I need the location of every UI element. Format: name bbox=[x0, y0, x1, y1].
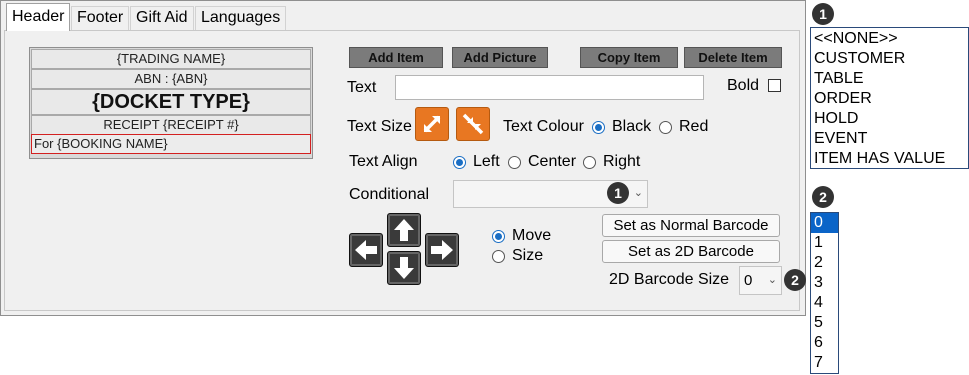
move-down-button[interactable] bbox=[387, 251, 421, 285]
barcode-size-option[interactable]: 1 bbox=[811, 233, 838, 253]
docket-line-trading-name[interactable]: {TRADING NAME} bbox=[31, 49, 311, 69]
set-normal-barcode-button[interactable]: Set as Normal Barcode bbox=[602, 214, 780, 237]
conditional-option[interactable]: ITEM HAS VALUE bbox=[811, 149, 968, 169]
mode-move-radio[interactable] bbox=[492, 230, 505, 243]
conditional-option[interactable]: EVENT bbox=[811, 129, 968, 149]
bold-checkbox[interactable] bbox=[768, 79, 781, 92]
conditional-option[interactable]: <<NONE>> bbox=[811, 29, 968, 49]
barcode-size-option[interactable]: 7 bbox=[811, 353, 838, 373]
mode-move-label: Move bbox=[512, 227, 552, 244]
arrow-left-icon bbox=[355, 240, 377, 260]
add-picture-button[interactable]: Add Picture bbox=[452, 47, 548, 68]
docket-line-booking-name-selected[interactable]: For {BOOKING NAME} bbox=[31, 134, 311, 154]
tab-header[interactable]: Header bbox=[6, 3, 71, 31]
align-center-label: Center bbox=[528, 153, 577, 170]
conditional-option[interactable]: HOLD bbox=[811, 109, 968, 129]
callout-badge-1-list: 1 bbox=[812, 3, 834, 25]
barcode-size-option[interactable]: 5 bbox=[811, 313, 838, 333]
increase-size-button[interactable] bbox=[415, 107, 449, 141]
tab-footer[interactable]: Footer bbox=[71, 6, 130, 30]
align-left-label: Left bbox=[473, 153, 500, 170]
align-right-label: Right bbox=[603, 153, 641, 170]
docket-line-abn[interactable]: ABN : {ABN} bbox=[31, 69, 311, 89]
colour-red-radio[interactable] bbox=[659, 121, 672, 134]
barcode-size-option[interactable]: 3 bbox=[811, 273, 838, 293]
barcode-size-label: 2D Barcode Size bbox=[609, 271, 730, 288]
colour-black-radio[interactable] bbox=[592, 121, 605, 134]
shrink-arrows-icon bbox=[462, 113, 484, 135]
text-colour-label: Text Colour bbox=[503, 118, 584, 135]
move-right-button[interactable] bbox=[425, 233, 459, 267]
set-2d-barcode-button[interactable]: Set as 2D Barcode bbox=[602, 240, 780, 263]
conditional-option[interactable]: TABLE bbox=[811, 69, 968, 89]
text-label: Text bbox=[347, 79, 377, 96]
callout-badge-1: 1 bbox=[607, 182, 629, 204]
callout-badge-2: 2 bbox=[784, 269, 806, 291]
arrow-up-icon bbox=[394, 219, 414, 241]
conditional-label: Conditional bbox=[349, 186, 430, 203]
move-up-button[interactable] bbox=[387, 213, 421, 247]
move-left-button[interactable] bbox=[349, 233, 383, 267]
chevron-down-icon: ⌄ bbox=[633, 187, 643, 199]
colour-black-label: Black bbox=[612, 118, 652, 135]
conditional-options-list[interactable]: <<NONE>> CUSTOMER TABLE ORDER HOLD EVENT… bbox=[810, 27, 969, 169]
mode-size-radio[interactable] bbox=[492, 250, 505, 263]
conditional-option[interactable]: ORDER bbox=[811, 89, 968, 109]
arrow-down-icon bbox=[394, 257, 414, 279]
text-size-label: Text Size bbox=[347, 118, 412, 135]
colour-red-label: Red bbox=[679, 118, 709, 135]
mode-size-label: Size bbox=[512, 247, 544, 264]
chevron-down-icon: ⌄ bbox=[767, 274, 777, 286]
barcode-size-select-value: 0 bbox=[744, 272, 753, 289]
docket-line-receipt[interactable]: RECEIPT {RECEIPT #} bbox=[31, 115, 311, 135]
docket-editor-window: Header Footer Gift Aid Languages {TRADIN… bbox=[0, 0, 806, 316]
bold-label: Bold bbox=[727, 77, 760, 94]
delete-item-button[interactable]: Delete Item bbox=[684, 47, 782, 68]
align-right-radio[interactable] bbox=[583, 156, 596, 169]
align-left-radio[interactable] bbox=[453, 156, 466, 169]
barcode-size-select[interactable]: 0 ⌄ bbox=[739, 266, 782, 295]
docket-preview: {TRADING NAME} ABN : {ABN} {DOCKET TYPE}… bbox=[29, 47, 313, 159]
barcode-size-options-list[interactable]: 0 1 2 3 4 5 6 7 bbox=[810, 212, 839, 374]
callout-badge-2-list: 2 bbox=[812, 186, 834, 208]
copy-item-button[interactable]: Copy Item bbox=[580, 47, 678, 68]
barcode-size-option[interactable]: 6 bbox=[811, 333, 838, 353]
decrease-size-button[interactable] bbox=[456, 107, 490, 141]
align-center-radio[interactable] bbox=[508, 156, 521, 169]
tab-languages[interactable]: Languages bbox=[195, 6, 287, 30]
text-align-label: Text Align bbox=[349, 153, 418, 170]
tab-gift-aid[interactable]: Gift Aid bbox=[130, 6, 194, 30]
add-item-button[interactable]: Add Item bbox=[349, 47, 443, 68]
text-input[interactable] bbox=[395, 75, 704, 100]
barcode-size-option[interactable]: 4 bbox=[811, 293, 838, 313]
barcode-size-option-selected[interactable]: 0 bbox=[811, 213, 838, 233]
conditional-option[interactable]: CUSTOMER bbox=[811, 49, 968, 69]
barcode-size-option[interactable]: 2 bbox=[811, 253, 838, 273]
docket-line-docket-type[interactable]: {DOCKET TYPE} bbox=[31, 89, 311, 115]
arrow-right-icon bbox=[431, 240, 453, 260]
expand-arrows-icon bbox=[423, 115, 441, 133]
